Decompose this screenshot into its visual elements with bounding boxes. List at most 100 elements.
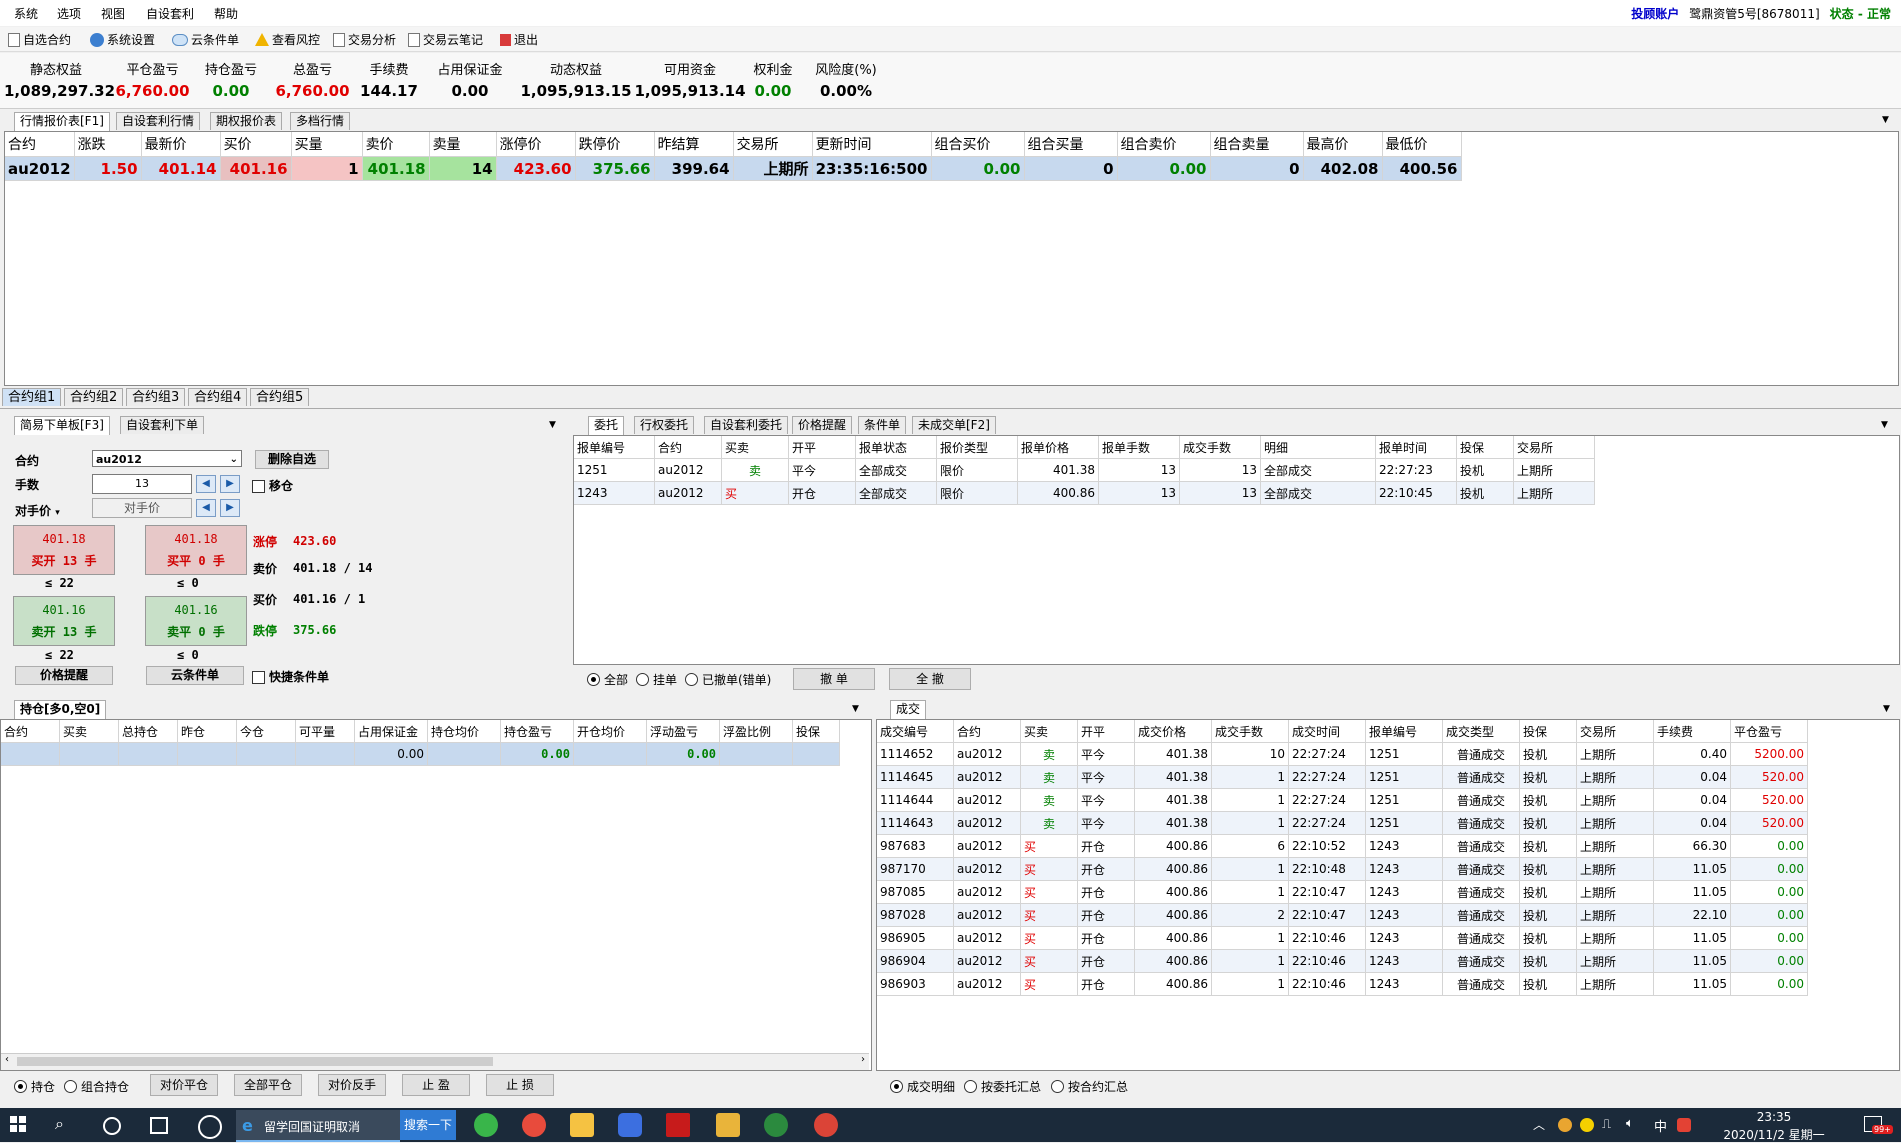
qty-decrease-button[interactable]: ◀ (196, 475, 216, 493)
chevron-down-icon[interactable]: ▼ (1881, 420, 1888, 430)
cortana-icon[interactable] (103, 1117, 121, 1135)
close-all-button[interactable]: 全部平仓 (234, 1074, 302, 1096)
contract-select[interactable]: au2012 ⌄ (92, 450, 242, 467)
exit-button[interactable]: 退出 (500, 31, 538, 48)
tab-option-quotes[interactable]: 期权报价表 (210, 112, 283, 130)
system-settings-button[interactable]: 系统设置 (90, 31, 155, 48)
filter-pending-radio[interactable]: 挂单 (636, 671, 677, 688)
task-view-icon[interactable] (150, 1117, 168, 1134)
trade-analysis-button[interactable]: 交易分析 (333, 31, 396, 48)
counter-reverse-button[interactable]: 对价反手 (318, 1074, 386, 1096)
price-input[interactable]: 对手价 (92, 498, 192, 518)
cloud-condition-button[interactable]: 云条件单 (172, 31, 239, 48)
entrust-row[interactable]: 1251 au2012 卖平今 全部成交 限价 401.38 13 13 全部成交 22:27:2… (574, 458, 1595, 482)
summary-by-order-radio[interactable]: 按委托汇总 (964, 1078, 1041, 1095)
scroll-right-icon[interactable]: › (861, 1054, 865, 1065)
trade-row[interactable]: 986903 au2012 买开仓 400.86 1 22:10:46 1243 普通成交 投机… (877, 972, 1808, 996)
search-button[interactable]: 搜索一下 (400, 1110, 456, 1140)
summary-by-contract-radio[interactable]: 按合约汇总 (1051, 1078, 1128, 1095)
cancel-all-button[interactable]: 全 撤 (889, 668, 971, 690)
tab-depth-quotes[interactable]: 多档行情 (290, 112, 351, 130)
cloud-condition-order-button[interactable]: 云条件单 (146, 666, 244, 685)
clock-time[interactable]: 23:35 (1704, 1110, 1844, 1124)
ime-indicator[interactable]: 中 (1654, 1116, 1667, 1135)
chevron-down-icon[interactable]: ▼ (1883, 704, 1890, 714)
trade-detail-radio[interactable]: 成交明细 (890, 1078, 955, 1095)
chrome-icon[interactable] (814, 1113, 838, 1137)
combo-positions-radio[interactable]: 组合持仓 (64, 1078, 129, 1095)
tab-entrust[interactable]: 委托 (588, 416, 625, 435)
tab-price-alert[interactable]: 价格提醒 (792, 416, 853, 434)
sell-open-button[interactable]: 401.16 卖开 13 手 (13, 596, 115, 646)
qty-input[interactable]: 13 (92, 474, 192, 494)
risk-control-button[interactable]: 查看风控 (255, 31, 320, 48)
tab-arbitrage-entrust[interactable]: 自设套利委托 (704, 416, 789, 434)
qty-increase-button[interactable]: ▶ (220, 475, 240, 493)
trade-row[interactable]: 987085 au2012 买开仓 400.86 1 22:10:47 1243 普通成交 投机… (877, 880, 1808, 904)
volume-icon[interactable]: 🔈︎ (1626, 1116, 1634, 1131)
trade-row[interactable]: 1114644 au2012 卖平今 401.38 1 22:27:24 1251 普通成交投… (877, 788, 1808, 812)
tab-arbitrage-order[interactable]: 自设套利下单 (120, 416, 205, 434)
price-increase-button[interactable]: ▶ (220, 499, 240, 517)
trade-row[interactable]: 1114645 au2012 卖平今 401.38 1 22:27:24 1251 普通成交投… (877, 765, 1808, 789)
price-decrease-button[interactable]: ◀ (196, 499, 216, 517)
scrollbar-thumb[interactable] (17, 1057, 493, 1066)
tab-positions[interactable]: 持仓[多0,空0] (14, 700, 107, 719)
scroll-left-icon[interactable]: ‹ (5, 1054, 9, 1065)
tab-simple-order[interactable]: 简易下单板[F3] (14, 416, 110, 435)
tray-icon[interactable] (1580, 1118, 1594, 1132)
price-alert-button[interactable]: 价格提醒 (15, 666, 113, 685)
chevron-up-icon[interactable]: ︿ (1533, 1116, 1545, 1133)
positions-radio[interactable]: 持仓 (14, 1078, 55, 1095)
horizontal-scrollbar[interactable]: ‹ › (1, 1053, 869, 1070)
filter-all-radio[interactable]: 全部 (587, 671, 628, 688)
tab-group-1[interactable]: 合约组1 (2, 388, 62, 406)
chevron-down-icon[interactable]: ▼ (852, 704, 859, 714)
position-row[interactable]: 0.00 0.00 0.00 (1, 742, 840, 766)
move-position-checkbox[interactable]: 移仓 (252, 477, 293, 494)
trade-row[interactable]: 987170 au2012 买开仓 400.86 1 22:10:48 1243 普通成交 投机… (877, 857, 1808, 881)
app-icon[interactable] (474, 1113, 498, 1137)
delete-favorite-button[interactable]: 删除自选 (255, 450, 329, 469)
stop-loss-button[interactable]: 止 损 (486, 1074, 554, 1096)
take-profit-button[interactable]: 止 盈 (402, 1074, 470, 1096)
tab-group-5[interactable]: 合约组5 (250, 388, 310, 406)
app-icon[interactable] (666, 1113, 690, 1137)
tab-conditional-orders[interactable]: 条件单 (858, 416, 907, 434)
app-icon[interactable] (764, 1113, 788, 1137)
tab-quotes[interactable]: 行情报价表[F1] (14, 112, 110, 131)
tab-arbitrage-quotes[interactable]: 自设套利行情 (116, 112, 201, 130)
cancel-order-button[interactable]: 撤 单 (793, 668, 875, 690)
menu-options[interactable]: 选项 (57, 5, 81, 22)
sell-close-button[interactable]: 401.16 卖平 0 手 (145, 596, 247, 646)
trade-row[interactable]: 1114643 au2012 卖平今 401.38 1 22:27:24 1251 普通成交投… (877, 811, 1808, 835)
trade-notes-button[interactable]: 交易云笔记 (408, 31, 483, 48)
menu-help[interactable]: 帮助 (214, 5, 238, 22)
clock-date[interactable]: 2020/11/2 星期一 (1704, 1126, 1844, 1143)
favorite-contracts-button[interactable]: 自选合约 (8, 31, 71, 48)
windows-start-icon[interactable] (10, 1116, 26, 1132)
counter-close-button[interactable]: 对价平仓 (150, 1074, 218, 1096)
browser-tab[interactable]: e 留学回国证明取消 (236, 1110, 400, 1142)
quote-row[interactable]: au2012 1.50 401.14 401.16 1 401.18 14 423.60 375… (5, 156, 1462, 181)
menu-custom-arbitrage[interactable]: 自设套利 (146, 5, 194, 22)
buy-open-button[interactable]: 401.18 买开 13 手 (13, 525, 115, 575)
filter-cancelled-radio[interactable]: 已撤单(错单) (685, 671, 771, 688)
app-icon[interactable] (716, 1113, 740, 1137)
folder-icon[interactable] (570, 1113, 594, 1137)
menu-system[interactable]: 系统 (14, 5, 38, 22)
trade-row[interactable]: 1114652 au2012 卖平今 401.38 10 22:27:24 1251 普通成交… (877, 742, 1808, 766)
chevron-down-icon[interactable]: ▼ (1882, 115, 1889, 125)
app-icon[interactable] (522, 1113, 546, 1137)
tab-exercise-entrust[interactable]: 行权委托 (634, 416, 695, 434)
trade-row[interactable]: 987683 au2012 买开仓 400.86 6 22:10:52 1243 普通成交 投机… (877, 834, 1808, 858)
tab-unfilled-orders[interactable]: 未成交单[F2] (912, 416, 996, 434)
tab-trades[interactable]: 成交 (890, 700, 927, 719)
trade-row[interactable]: 987028 au2012 买开仓 400.86 2 22:10:47 1243 普通成交 投机… (877, 903, 1808, 927)
tab-group-3[interactable]: 合约组3 (126, 388, 186, 406)
app-icon[interactable] (198, 1115, 222, 1139)
tab-group-2[interactable]: 合约组2 (64, 388, 124, 406)
trade-row[interactable]: 986904 au2012 买开仓 400.86 1 22:10:46 1243 普通成交 投机… (877, 949, 1808, 973)
buy-close-button[interactable]: 401.18 买平 0 手 (145, 525, 247, 575)
tray-icon[interactable] (1558, 1118, 1572, 1132)
